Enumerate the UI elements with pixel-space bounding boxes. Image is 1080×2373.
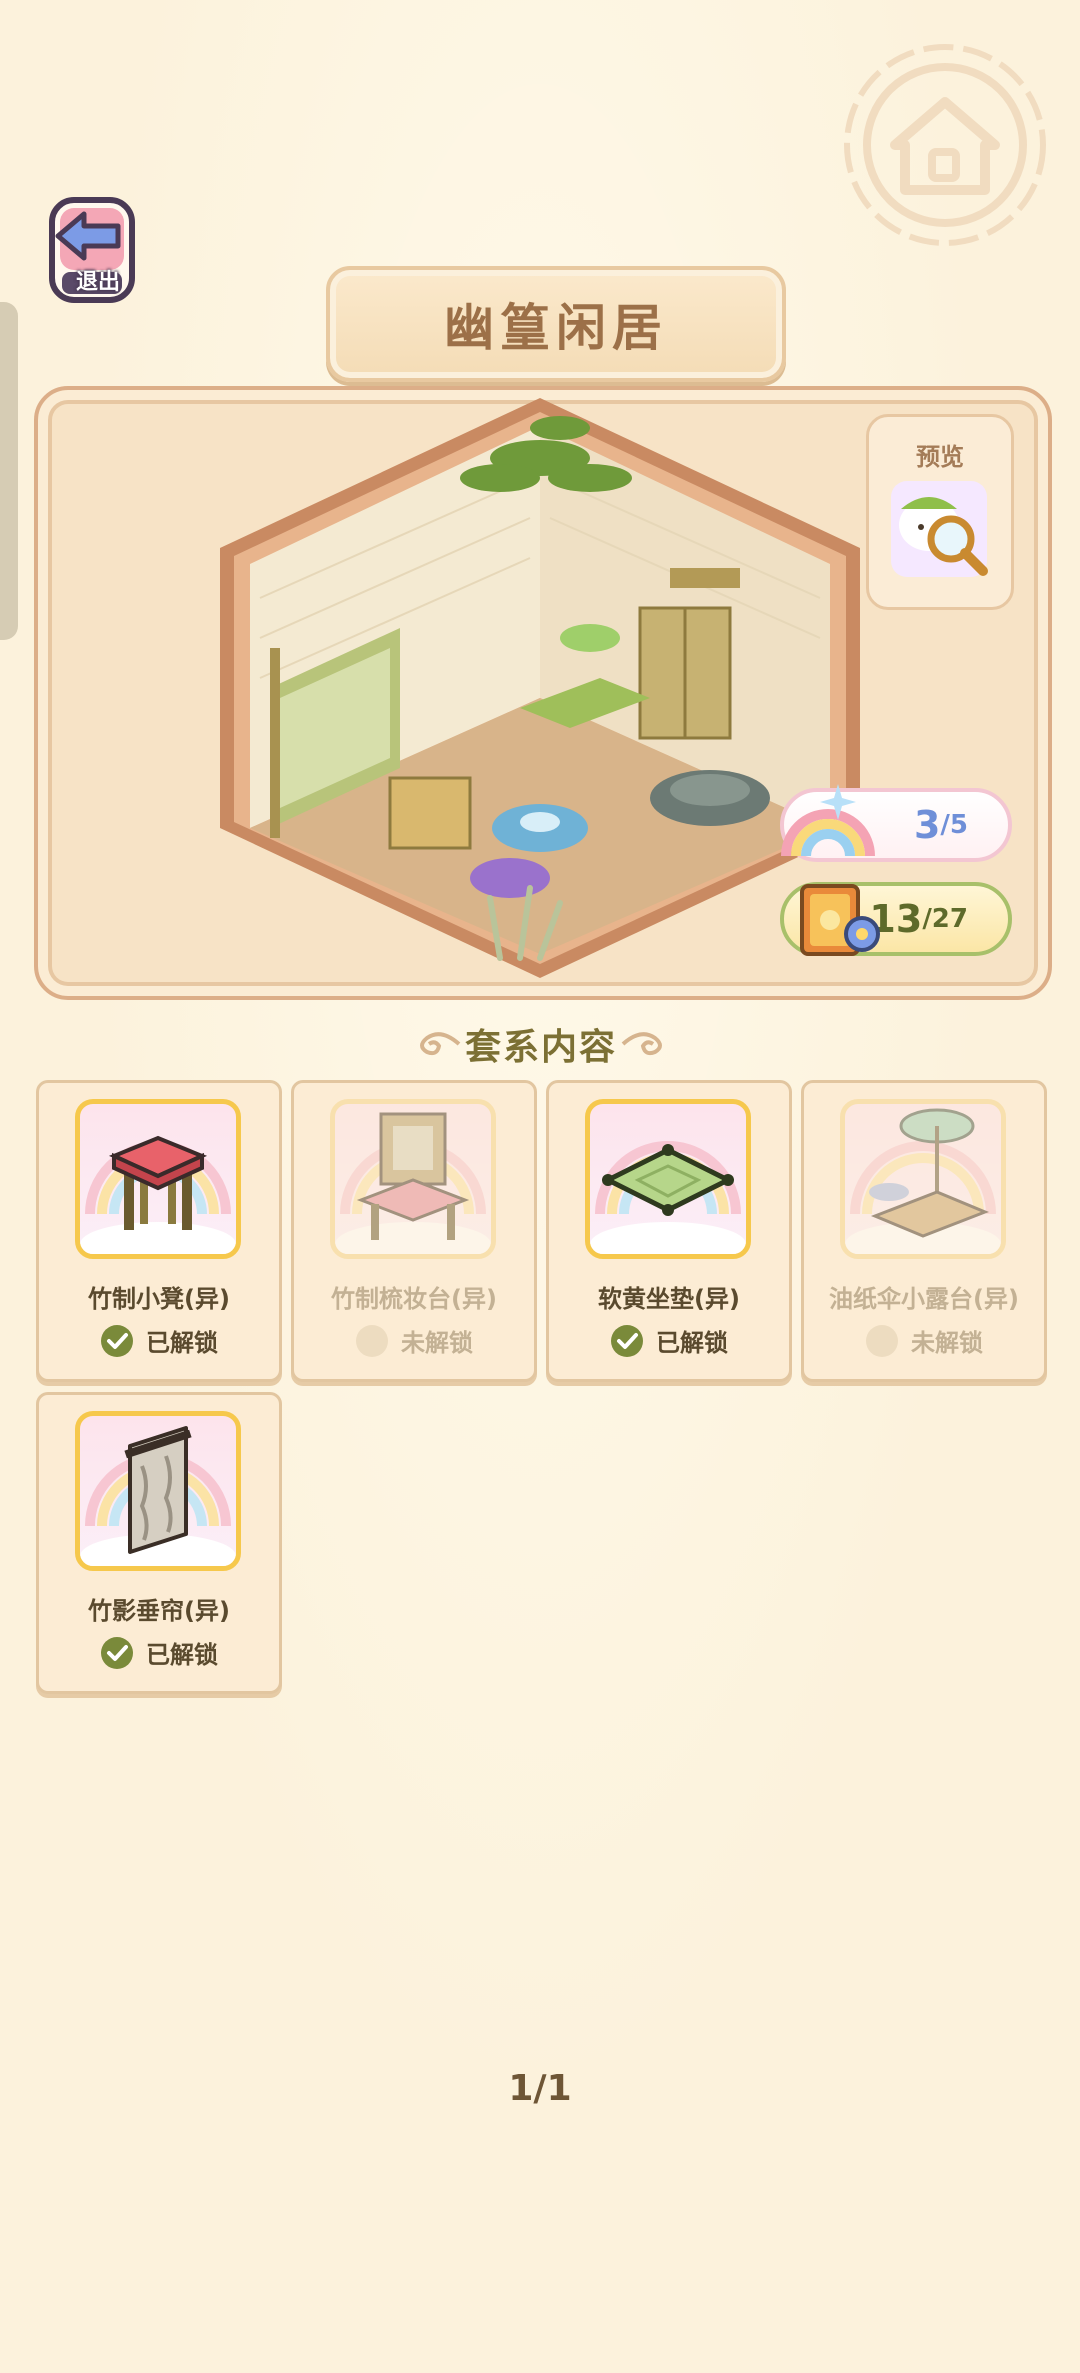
exit-label: 退出: [75, 270, 120, 295]
item-card-umbrella-terrace[interactable]: 油纸伞小露台(异) 未解锁: [801, 1080, 1047, 1382]
unlock-status-text: 未解锁: [911, 1329, 983, 1357]
preview-label: 预览: [916, 443, 964, 471]
magnifier-icon: [891, 481, 988, 577]
check-icon: [611, 1324, 643, 1357]
item-card-cushion[interactable]: 软黄坐垫(异) 已解锁: [546, 1080, 792, 1382]
collection-count-total: /27: [922, 904, 968, 934]
check-icon: [101, 1636, 133, 1669]
unlock-status-text: 已解锁: [146, 1329, 218, 1357]
rainbow-count-current: 3: [913, 803, 941, 847]
cushion-icon: [590, 1141, 746, 1254]
unlock-status: 已解锁: [39, 1323, 279, 1358]
page-indicator: 1/1: [508, 2068, 572, 2109]
item-thumbnail: [330, 1099, 496, 1259]
item-card-dresser[interactable]: 竹制梳妆台(异) 未解锁: [291, 1080, 537, 1382]
item-name: 软黄坐垫(异): [598, 1285, 740, 1313]
unlock-status: 已解锁: [39, 1635, 279, 1670]
suite-title-plaque: 幽篁闲居: [326, 266, 786, 382]
isometric-room-illustration: [220, 398, 860, 978]
stool-icon: [80, 1135, 236, 1254]
check-icon: [101, 1324, 133, 1357]
unlock-status-text: 未解锁: [401, 1329, 473, 1357]
locked-dot-icon: [866, 1324, 898, 1357]
item-thumbnail: [840, 1099, 1006, 1259]
rainbow-icon: [781, 784, 875, 857]
item-name: 竹制小凳(异): [88, 1285, 230, 1313]
unlock-status-text: 已解锁: [656, 1329, 728, 1357]
item-thumbnail: [75, 1411, 241, 1571]
unlock-status: 已解锁: [549, 1323, 789, 1358]
item-thumbnail: [585, 1099, 751, 1259]
unlock-status: 未解锁: [804, 1323, 1044, 1358]
locked-dot-icon: [356, 1324, 388, 1357]
unlock-status: 未解锁: [294, 1323, 534, 1358]
item-thumbnail: [75, 1099, 241, 1259]
item-card-stool[interactable]: 竹制小凳(异) 已解锁: [36, 1080, 282, 1382]
suite-contents-title: 套系内容: [464, 1027, 617, 1068]
right-flourish-icon: [621, 1032, 662, 1056]
exit-button[interactable]: 退出: [38, 192, 146, 310]
left-flourish-icon: [420, 1032, 461, 1056]
house-stamp-icon: [844, 44, 1046, 246]
item-name: 竹影垂帘(异): [88, 1597, 230, 1625]
item-name: 油纸伞小露台(异): [829, 1285, 1019, 1313]
item-name: 竹制梳妆台(异): [331, 1285, 497, 1313]
preview-button[interactable]: 预览: [866, 414, 1014, 610]
suite-title: 幽篁闲居: [444, 299, 668, 357]
collection-book-icon: [800, 884, 880, 956]
rainbow-count-total: /5: [940, 810, 968, 840]
item-card-curtain[interactable]: 竹影垂帘(异) 已解锁: [36, 1392, 282, 1694]
umbrella-terrace-icon: [845, 1108, 1001, 1254]
suite-contents-header: 套系内容: [410, 1018, 672, 1070]
unlock-status-text: 已解锁: [146, 1641, 218, 1669]
curtain-icon: [80, 1426, 236, 1566]
side-drawer-tab[interactable]: [0, 302, 18, 640]
dresser-icon: [335, 1112, 491, 1254]
